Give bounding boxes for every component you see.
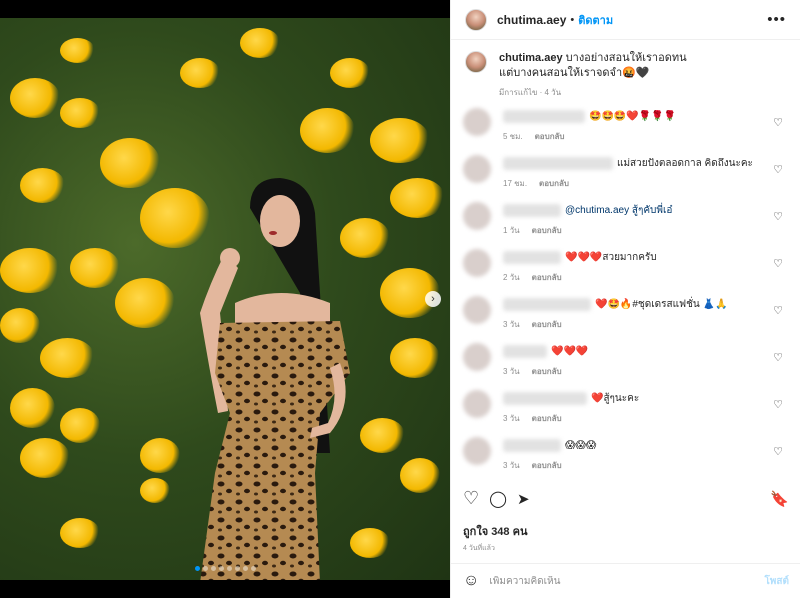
like-comment-icon[interactable]: ♡ — [773, 398, 783, 411]
commenter-name-blurred[interactable] — [503, 203, 561, 217]
comment-time: 5 ชม. — [503, 132, 523, 141]
carousel-dot — [242, 566, 248, 571]
comment-item: 🤩🤩🤩❤️🌹🌹🌹 5 ชม. ตอบกลับ ♡ — [463, 108, 787, 155]
comment-icon[interactable]: ◯ — [489, 489, 507, 509]
carousel-dot — [194, 566, 200, 571]
save-icon[interactable]: 🔖 — [770, 490, 789, 508]
like-comment-icon[interactable]: ♡ — [773, 445, 783, 458]
more-options-icon[interactable]: ••• — [767, 11, 786, 28]
caption-username[interactable]: chutima.aey — [499, 52, 563, 64]
commenter-name-blurred[interactable] — [503, 391, 587, 405]
carousel-dot — [210, 566, 216, 571]
comment-text: 🤩🤩🤩❤️🌹🌹🌹 — [589, 110, 677, 122]
comment-time: 3 วัน — [503, 461, 520, 470]
comment-time: 3 วัน — [503, 320, 520, 329]
commenter-name-blurred[interactable] — [503, 156, 613, 170]
post-actions: ♡ ◯ ➤ 🔖 — [463, 488, 789, 509]
post-photo[interactable]: › — [0, 0, 450, 598]
comment-time: 3 วัน — [503, 414, 520, 423]
commenter-name-blurred[interactable] — [503, 250, 561, 264]
reply-button[interactable]: ตอบกลับ — [532, 318, 562, 331]
reply-button[interactable]: ตอบกลับ — [532, 412, 562, 425]
comment-time: 1 วัน — [503, 226, 520, 235]
post-username[interactable]: chutima.aey — [497, 13, 566, 27]
photo-image — [0, 18, 450, 580]
likes-count[interactable]: ถูกใจ 348 คน — [463, 522, 527, 540]
comment-text: แม่สวยปังตลอดกาล คิดถึงนะคะ — [617, 157, 753, 169]
like-comment-icon[interactable]: ♡ — [773, 304, 783, 317]
avatar[interactable] — [465, 51, 487, 73]
reply-button[interactable]: ตอบกลับ — [532, 224, 562, 237]
commenter-name-blurred[interactable] — [503, 344, 547, 358]
carousel-dot — [234, 566, 240, 571]
next-photo-button[interactable]: › — [425, 291, 441, 307]
carousel-dot — [226, 566, 232, 571]
commenter-avatar[interactable] — [463, 437, 491, 465]
comment-item: 😱😱😱 3 วัน ตอบกลับ ♡ — [463, 437, 787, 481]
comment-item: ❤️❤️❤️ 3 วัน ตอบกลับ ♡ — [463, 343, 787, 390]
like-comment-icon[interactable]: ♡ — [773, 116, 783, 129]
reply-button[interactable]: ตอบกลับ — [532, 271, 562, 284]
comment-item: @chutima.aey สู้ๆคับพี่เอ๋ 1 วัน ตอบกลับ … — [463, 202, 787, 249]
carousel-dot — [218, 566, 224, 571]
comment-text: ❤️สู้ๆนะคะ — [591, 392, 640, 404]
commenter-avatar[interactable] — [463, 296, 491, 324]
comment-text: ❤️❤️❤️ — [551, 345, 589, 357]
reply-button[interactable]: ตอบกลับ — [532, 365, 562, 378]
reply-button[interactable]: ตอบกลับ — [532, 459, 562, 472]
chevron-right-icon: › — [431, 293, 435, 305]
share-icon[interactable]: ➤ — [517, 490, 530, 508]
like-comment-icon[interactable]: ♡ — [773, 163, 783, 176]
comment-text: @chutima.aey สู้ๆคับพี่เอ๋ — [565, 204, 673, 216]
follow-button[interactable]: ติดตาม — [578, 11, 613, 29]
comment-time: 17 ชม. — [503, 179, 528, 188]
person-figure — [200, 178, 350, 580]
comment-text: 😱😱😱 — [565, 439, 597, 451]
reply-button[interactable]: ตอบกลับ — [539, 177, 569, 190]
commenter-avatar[interactable] — [463, 155, 491, 183]
caption-meta: มีการแก้ไข · 4 วัน — [499, 88, 562, 97]
emoji-icon[interactable]: ☺ — [463, 572, 479, 590]
like-comment-icon[interactable]: ♡ — [773, 351, 783, 364]
avatar[interactable] — [465, 8, 487, 31]
commenter-avatar[interactable] — [463, 343, 491, 371]
separator-dot: • — [570, 13, 575, 26]
commenter-name-blurred[interactable] — [503, 297, 591, 311]
post-header: chutima.aey • ติดตาม ••• — [451, 0, 800, 40]
commenter-name-blurred[interactable] — [503, 438, 561, 452]
post-comment-button[interactable]: โพสต์ — [764, 574, 789, 589]
like-icon[interactable]: ♡ — [463, 488, 479, 509]
carousel-dot — [250, 566, 256, 571]
comment-item: ❤️❤️❤️สวยมากครับ 2 วัน ตอบกลับ ♡ — [463, 249, 787, 296]
caption-text-line2: แต่บางคนสอนให้เราจดจำ🤬🖤 — [499, 67, 650, 79]
like-comment-icon[interactable]: ♡ — [773, 257, 783, 270]
reply-button[interactable]: ตอบกลับ — [535, 130, 565, 143]
comment-time: 3 วัน — [503, 367, 520, 376]
commenter-avatar[interactable] — [463, 390, 491, 418]
comment-text: ❤️❤️❤️สวยมากครับ — [565, 251, 657, 263]
comment-time: 2 วัน — [503, 273, 520, 282]
commenter-avatar[interactable] — [463, 108, 491, 136]
commenter-avatar[interactable] — [463, 202, 491, 230]
caption-text-line1: บางอย่างสอนให้เราอดทน — [565, 52, 687, 64]
commenter-avatar[interactable] — [463, 249, 491, 277]
carousel-dots — [0, 566, 450, 571]
like-comment-icon[interactable]: ♡ — [773, 210, 783, 223]
post-caption: chutima.aey บางอย่างสอนให้เราอดทน แต่บาง… — [465, 51, 787, 100]
carousel-dot — [202, 566, 208, 571]
post-side-panel: chutima.aey • ติดตาม ••• chutima.aey บาง… — [450, 0, 800, 598]
comment-input[interactable] — [489, 575, 765, 587]
comment-item: แม่สวยปังตลอดกาล คิดถึงนะคะ 17 ชม. ตอบกลั… — [463, 155, 787, 202]
comment-item: ❤️🤩🔥#ชุดเดรสแฟชั่น 👗🙏 3 วัน ตอบกลับ ♡ — [463, 296, 787, 343]
commenter-name-blurred[interactable] — [503, 109, 585, 123]
comment-composer: ☺ โพสต์ — [451, 563, 800, 598]
comment-item: ❤️สู้ๆนะคะ 3 วัน ตอบกลับ ♡ — [463, 390, 787, 437]
comments-list[interactable]: chutima.aey บางอย่างสอนให้เราอดทน แต่บาง… — [451, 41, 800, 481]
post-timestamp: 4 วันที่แล้ว — [463, 545, 495, 552]
comment-text: ❤️🤩🔥#ชุดเดรสแฟชั่น 👗🙏 — [595, 298, 728, 310]
